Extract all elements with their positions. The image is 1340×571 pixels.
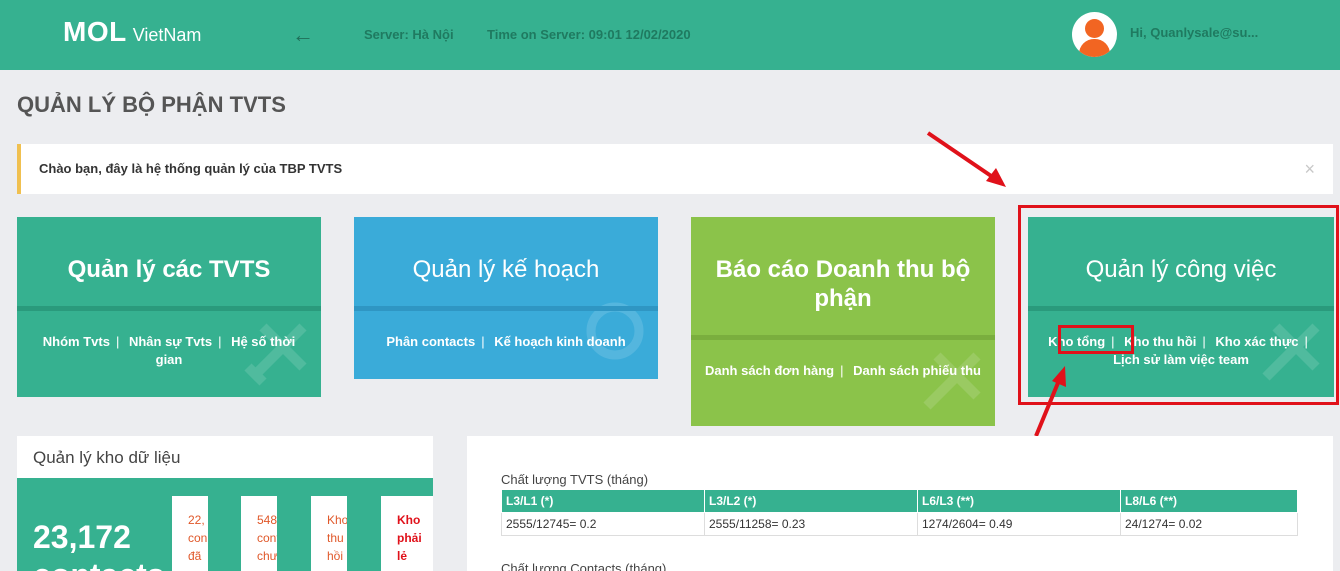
tools-icon [923, 352, 981, 410]
top-bar: MOL VietNam ← Server: Hà Nội Time on Ser… [0, 0, 1340, 70]
quality-subtitle-2: Chất lượng Contacts (tháng) [501, 561, 667, 571]
link-phan-contacts[interactable]: Phân contacts [386, 334, 475, 349]
user-avatar-icon[interactable] [1072, 12, 1117, 57]
tile-divider [354, 306, 658, 311]
quality-panel: Chất lượng TVTS (tháng) L3/L1 (*) L3/L2 … [467, 436, 1333, 571]
logo-main: MOL [63, 16, 127, 47]
tile-links: Phân contacts | Kế hoạch kinh doanh [366, 333, 646, 351]
link-separator: | [481, 334, 485, 349]
close-icon[interactable]: × [1304, 159, 1315, 180]
page-title: QUẢN LÝ BỘ PHẬN TVTS [17, 92, 286, 117]
total-number: 23,172 [33, 519, 131, 555]
panel-heading: Quản lý kho dữ liệu [33, 448, 181, 467]
annotation-highlight-box [1018, 205, 1339, 405]
tile-divider [691, 335, 995, 340]
table-header: L6/L3 (**) [917, 489, 1121, 513]
welcome-alert: Chào bạn, đây là hệ thống quản lý của TB… [17, 144, 1333, 194]
link-ke-hoach-kinh-doanh[interactable]: Kế hoạch kinh doanh [494, 334, 625, 349]
annotation-highlight-kho-tong [1058, 325, 1134, 354]
link-nhom-tvts[interactable]: Nhóm Tvts [43, 334, 110, 349]
server-time: Time on Server: 09:01 12/02/2020 [487, 27, 691, 42]
logo-sub: VietNam [132, 25, 202, 45]
data-store-panel: Quản lý kho dữ liệu 23,172 contacts 22, … [17, 436, 433, 571]
quality-subtitle: Chất lượng TVTS (tháng) [501, 472, 649, 487]
quality-table: L3/L1 (*) L3/L2 (*) L6/L3 (**) L8/L6 (**… [501, 489, 1298, 536]
store-card[interactable]: 548 contact(s) chưa [241, 496, 277, 571]
user-greeting[interactable]: Hi, Quanlysale@su... [1130, 25, 1258, 40]
tile-revenue-report[interactable]: Báo cáo Doanh thu bộ phận Danh sách đơn … [691, 217, 995, 426]
tile-divider [17, 306, 321, 311]
tile-links: Danh sách đơn hàng | Danh sách phiếu thu [703, 362, 983, 380]
link-nhan-su-tvts[interactable]: Nhân sự Tvts [129, 334, 212, 349]
back-arrow-icon[interactable]: ← [292, 22, 314, 48]
table-cell: 1274/2604= 0.49 [917, 512, 1121, 536]
link-separator: | [218, 334, 222, 349]
table-header: L3/L1 (*) [501, 489, 705, 513]
alert-text: Chào bạn, đây là hệ thống quản lý của TB… [39, 161, 343, 176]
server-label: Server: Hà Nội [364, 27, 454, 42]
total-contacts: 23,172 contacts [33, 518, 165, 571]
tile-links: Nhóm Tvts | Nhân sự Tvts | Hệ số thời gian [29, 333, 309, 369]
tile-title: Quản lý các TVTS [67, 256, 271, 283]
logo[interactable]: MOL VietNam [63, 16, 201, 48]
link-danh-sach-don-hang[interactable]: Danh sách đơn hàng [705, 363, 834, 378]
store-card[interactable]: 22, con đã [172, 496, 208, 571]
total-unit: contacts [33, 557, 165, 571]
tile-manage-plan[interactable]: Quản lý kế hoạch Phân contacts | Kế hoạch… [354, 217, 658, 379]
table-cell: 24/1274= 0.02 [1120, 512, 1298, 536]
table-row: 2555/12745= 0.2 2555/11258= 0.23 1274/26… [501, 512, 1298, 536]
store-card[interactable]: Kho phải lẻ [381, 496, 433, 571]
table-header: L3/L2 (*) [704, 489, 918, 513]
data-store-body: 23,172 contacts 22, con đã 548 contact(s… [17, 478, 433, 571]
store-card[interactable]: Kho thu hồi [311, 496, 347, 571]
link-danh-sach-phieu-thu[interactable]: Danh sách phiếu thu [853, 363, 981, 378]
tile-manage-tvts[interactable]: Quản lý các TVTS Nhóm Tvts | Nhân sự Tvts… [17, 217, 321, 397]
tile-title: Báo cáo Doanh thu bộ phận [715, 256, 971, 312]
tile-title: Quản lý kế hoạch [412, 256, 600, 283]
table-cell: 2555/11258= 0.23 [704, 512, 918, 536]
link-separator: | [840, 363, 844, 378]
table-header: L8/L6 (**) [1120, 489, 1298, 513]
table-cell: 2555/12745= 0.2 [501, 512, 705, 536]
link-separator: | [115, 334, 120, 349]
